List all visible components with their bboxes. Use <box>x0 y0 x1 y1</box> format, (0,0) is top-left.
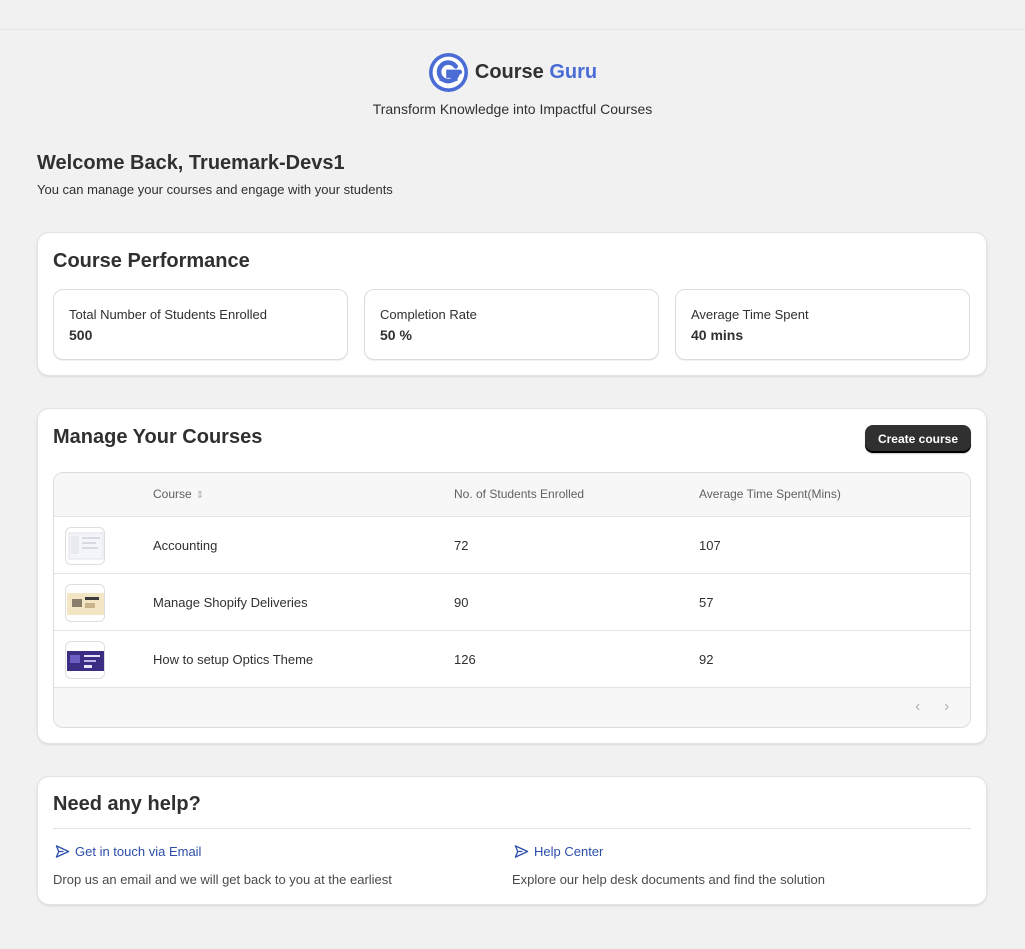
average-time: 57 <box>699 595 714 610</box>
shopify-deliveries-thumbnail <box>65 584 105 622</box>
metric-average-time: Average Time Spent 40 mins <box>675 289 970 360</box>
accounting-thumbnail <box>65 527 105 565</box>
sort-icon[interactable]: ⇕ <box>196 490 204 501</box>
metric-completion-rate: Completion Rate 50 % <box>364 289 659 360</box>
brand-header: Course Guru <box>0 52 1025 93</box>
table-row[interactable]: How to setup Optics Theme 126 92 <box>54 631 970 688</box>
course-performance-card: Course Performance Total Number of Stude… <box>37 232 987 376</box>
welcome-subtitle: You can manage your courses and engage w… <box>37 182 393 197</box>
column-header-time: Average Time Spent(Mins) <box>699 487 841 501</box>
top-bar <box>0 0 1025 30</box>
average-time: 92 <box>699 652 714 667</box>
email-link-label[interactable]: Get in touch via Email <box>75 844 201 859</box>
brand-name: Course Guru <box>474 61 598 83</box>
course-name[interactable]: Accounting <box>153 538 217 553</box>
course-performance-title: Course Performance <box>53 250 250 272</box>
email-description: Drop us an email and we will get back to… <box>53 872 392 887</box>
chevron-right-icon[interactable]: › <box>944 698 949 716</box>
students-enrolled: 72 <box>454 538 469 553</box>
students-enrolled: 90 <box>454 595 469 610</box>
metric-value: 50 % <box>380 327 412 343</box>
table-header: Course ⇕ No. of Students Enrolled Average… <box>54 473 970 517</box>
metric-label: Total Number of Students Enrolled <box>69 307 267 322</box>
help-center-label[interactable]: Help Center <box>534 844 603 859</box>
table-pagination: ‹ › <box>54 688 970 727</box>
tagline: Transform Knowledge into Impactful Cours… <box>372 101 653 117</box>
course-guru-logo-icon <box>428 53 468 92</box>
help-title: Need any help? <box>53 793 201 815</box>
metric-value: 500 <box>69 327 93 343</box>
create-course-button[interactable]: Create course <box>865 425 971 453</box>
column-header-students: No. of Students Enrolled <box>454 487 585 501</box>
average-time: 107 <box>699 538 721 553</box>
course-name[interactable]: Manage Shopify Deliveries <box>153 595 308 610</box>
help-center-description: Explore our help desk documents and find… <box>512 872 825 887</box>
welcome-title: Welcome Back, Truemark-Devs1 <box>37 152 345 174</box>
email-link[interactable]: Get in touch via Email <box>55 844 201 859</box>
students-enrolled: 126 <box>454 652 476 667</box>
metric-students-enrolled: Total Number of Students Enrolled 500 <box>53 289 348 360</box>
chevron-left-icon[interactable]: ‹ <box>915 698 920 716</box>
optics-theme-thumbnail <box>65 641 105 679</box>
help-center-link[interactable]: Help Center <box>514 844 603 859</box>
table-row[interactable]: Accounting 72 107 <box>54 517 970 574</box>
metric-label: Completion Rate <box>380 307 477 322</box>
column-header-course[interactable]: Course ⇕ <box>153 487 204 501</box>
table-row[interactable]: Manage Shopify Deliveries 90 57 <box>54 574 970 631</box>
courses-table: Course ⇕ No. of Students Enrolled Average… <box>53 472 971 728</box>
manage-courses-title: Manage Your Courses <box>53 426 263 448</box>
metric-label: Average Time Spent <box>691 307 809 322</box>
brand-name-accent: Guru <box>549 61 598 83</box>
manage-courses-card: Manage Your Courses Create course Course… <box>37 408 987 744</box>
send-icon <box>514 845 529 858</box>
send-icon <box>55 845 70 858</box>
metric-value: 40 mins <box>691 327 744 343</box>
help-card: Need any help? Get in touch via Email Dr… <box>37 776 987 905</box>
course-name[interactable]: How to setup Optics Theme <box>153 652 313 667</box>
help-divider <box>53 828 971 829</box>
